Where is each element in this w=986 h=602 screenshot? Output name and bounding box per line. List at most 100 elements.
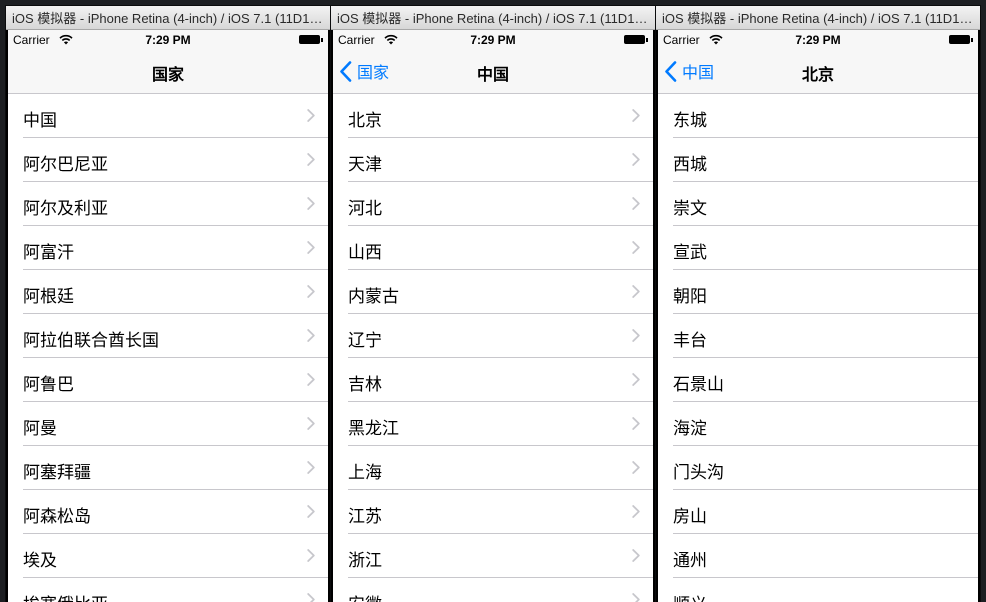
row-label: 阿森松岛 bbox=[23, 507, 91, 527]
table-row[interactable]: 浙江 bbox=[333, 534, 653, 578]
table-view[interactable]: 东城 西城 崇文 宣武 朝阳 丰台 石景山 海淀 门头沟 房山 通州 顺义 bbox=[658, 94, 978, 602]
row-label: 通州 bbox=[673, 551, 707, 571]
table-row[interactable]: 河北 bbox=[333, 182, 653, 226]
table-row[interactable]: 顺义 bbox=[658, 578, 978, 602]
table-row[interactable]: 东城 bbox=[658, 94, 978, 138]
row-label: 东城 bbox=[673, 111, 707, 131]
table-row[interactable]: 山西 bbox=[333, 226, 653, 270]
table-row[interactable]: 内蒙古 bbox=[333, 270, 653, 314]
table-row[interactable]: 阿尔及利亚 bbox=[8, 182, 328, 226]
row-label: 吉林 bbox=[348, 375, 382, 395]
table-row[interactable]: 阿拉伯联合酋长国 bbox=[8, 314, 328, 358]
table-row[interactable]: 西城 bbox=[658, 138, 978, 182]
table-row[interactable]: 石景山 bbox=[658, 358, 978, 402]
row-label: 西城 bbox=[673, 155, 707, 175]
row-label: 海淀 bbox=[673, 419, 707, 439]
table-row[interactable]: 埃塞俄比亚 bbox=[8, 578, 328, 602]
status-bar: Carrier 7:29 PM bbox=[8, 30, 328, 50]
table-row[interactable]: 安徽 bbox=[333, 578, 653, 602]
table-row[interactable]: 海淀 bbox=[658, 402, 978, 446]
table-row[interactable]: 中国 bbox=[8, 94, 328, 138]
iphone-screen: Carrier 7:29 PM 中国 北京 东城 西城 崇文 宣武 朝阳 丰台 … bbox=[658, 30, 978, 602]
row-label: 中国 bbox=[23, 111, 57, 131]
navigation-bar: 国家 中国 bbox=[333, 50, 653, 94]
battery-icon bbox=[624, 35, 648, 44]
status-time: 7:29 PM bbox=[795, 33, 841, 47]
simulator-window-3: iOS 模拟器 - iPhone Retina (4-inch) / iOS 7… bbox=[656, 6, 980, 602]
table-row[interactable]: 朝阳 bbox=[658, 270, 978, 314]
row-label: 内蒙古 bbox=[348, 287, 399, 307]
table-row[interactable]: 阿森松岛 bbox=[8, 490, 328, 534]
disclosure-chevron-icon bbox=[307, 505, 315, 518]
disclosure-chevron-icon bbox=[632, 197, 640, 210]
table-row[interactable]: 丰台 bbox=[658, 314, 978, 358]
table-view[interactable]: 中国 阿尔巴尼亚 阿尔及利亚 阿富汗 阿根廷 阿拉伯联合酋长国 阿鲁巴 阿曼 阿… bbox=[8, 94, 328, 602]
disclosure-chevron-icon bbox=[632, 549, 640, 562]
row-label: 宣武 bbox=[673, 243, 707, 263]
table-row[interactable]: 黑龙江 bbox=[333, 402, 653, 446]
disclosure-chevron-icon bbox=[632, 329, 640, 342]
disclosure-chevron-icon bbox=[307, 109, 315, 122]
disclosure-chevron-icon bbox=[632, 153, 640, 166]
table-row[interactable]: 辽宁 bbox=[333, 314, 653, 358]
row-label: 江苏 bbox=[348, 507, 382, 527]
battery-icon bbox=[949, 35, 973, 44]
table-row[interactable]: 阿曼 bbox=[8, 402, 328, 446]
row-label: 阿鲁巴 bbox=[23, 375, 74, 395]
window-title: iOS 模拟器 - iPhone Retina (4-inch) / iOS 7… bbox=[337, 11, 649, 26]
disclosure-chevron-icon bbox=[307, 417, 315, 430]
row-label: 阿拉伯联合酋长国 bbox=[23, 331, 159, 351]
window-titlebar[interactable]: iOS 模拟器 - iPhone Retina (4-inch) / iOS 7… bbox=[6, 6, 330, 30]
disclosure-chevron-icon bbox=[632, 109, 640, 122]
table-row[interactable]: 吉林 bbox=[333, 358, 653, 402]
row-label: 埃塞俄比亚 bbox=[23, 590, 108, 602]
nav-title: 中国 bbox=[476, 65, 509, 84]
status-time: 7:29 PM bbox=[470, 33, 516, 47]
row-label: 崇文 bbox=[673, 199, 707, 219]
table-row[interactable]: 上海 bbox=[333, 446, 653, 490]
nav-title: 北京 bbox=[801, 65, 834, 84]
row-label: 浙江 bbox=[348, 551, 382, 571]
disclosure-chevron-icon bbox=[307, 241, 315, 254]
disclosure-chevron-icon bbox=[307, 197, 315, 210]
disclosure-chevron-icon bbox=[632, 505, 640, 518]
table-row[interactable]: 阿鲁巴 bbox=[8, 358, 328, 402]
row-label: 天津 bbox=[348, 155, 382, 175]
disclosure-chevron-icon bbox=[307, 329, 315, 342]
row-label: 阿尔巴尼亚 bbox=[23, 155, 108, 175]
disclosure-chevron-icon bbox=[632, 241, 640, 254]
row-label: 阿曼 bbox=[23, 419, 57, 439]
simulator-window-2: iOS 模拟器 - iPhone Retina (4-inch) / iOS 7… bbox=[331, 6, 655, 602]
table-row[interactable]: 门头沟 bbox=[658, 446, 978, 490]
table-row[interactable]: 阿尔巴尼亚 bbox=[8, 138, 328, 182]
iphone-screen: Carrier 7:29 PM 国家 中国 阿尔巴尼亚 阿尔及利亚 阿富汗 阿根… bbox=[8, 30, 328, 602]
window-titlebar[interactable]: iOS 模拟器 - iPhone Retina (4-inch) / iOS 7… bbox=[656, 6, 980, 30]
row-label: 阿富汗 bbox=[23, 243, 74, 263]
disclosure-chevron-icon bbox=[632, 285, 640, 298]
table-row[interactable]: 天津 bbox=[333, 138, 653, 182]
disclosure-chevron-icon bbox=[307, 285, 315, 298]
disclosure-chevron-icon bbox=[307, 593, 315, 602]
table-view[interactable]: 北京 天津 河北 山西 内蒙古 辽宁 吉林 黑龙江 上海 江苏 浙江 bbox=[333, 94, 653, 602]
row-label: 北京 bbox=[348, 111, 382, 131]
row-label: 丰台 bbox=[673, 331, 707, 351]
table-row[interactable]: 房山 bbox=[658, 490, 978, 534]
disclosure-chevron-icon bbox=[307, 153, 315, 166]
iphone-screen: Carrier 7:29 PM 国家 中国 北京 天津 河北 山西 内蒙古 辽宁… bbox=[333, 30, 653, 602]
table-row[interactable]: 阿根廷 bbox=[8, 270, 328, 314]
row-label: 埃及 bbox=[23, 551, 57, 571]
table-row[interactable]: 通州 bbox=[658, 534, 978, 578]
table-row[interactable]: 宣武 bbox=[658, 226, 978, 270]
table-row[interactable]: 阿富汗 bbox=[8, 226, 328, 270]
table-row[interactable]: 埃及 bbox=[8, 534, 328, 578]
window-titlebar[interactable]: iOS 模拟器 - iPhone Retina (4-inch) / iOS 7… bbox=[331, 6, 655, 30]
disclosure-chevron-icon bbox=[307, 549, 315, 562]
table-row[interactable]: 阿塞拜疆 bbox=[8, 446, 328, 490]
table-row[interactable]: 北京 bbox=[333, 94, 653, 138]
table-row[interactable]: 江苏 bbox=[333, 490, 653, 534]
simulator-window-1: iOS 模拟器 - iPhone Retina (4-inch) / iOS 7… bbox=[6, 6, 330, 602]
navigation-bar: 中国 北京 bbox=[658, 50, 978, 94]
table-row[interactable]: 崇文 bbox=[658, 182, 978, 226]
row-label: 阿尔及利亚 bbox=[23, 199, 108, 219]
row-label: 上海 bbox=[348, 463, 382, 483]
